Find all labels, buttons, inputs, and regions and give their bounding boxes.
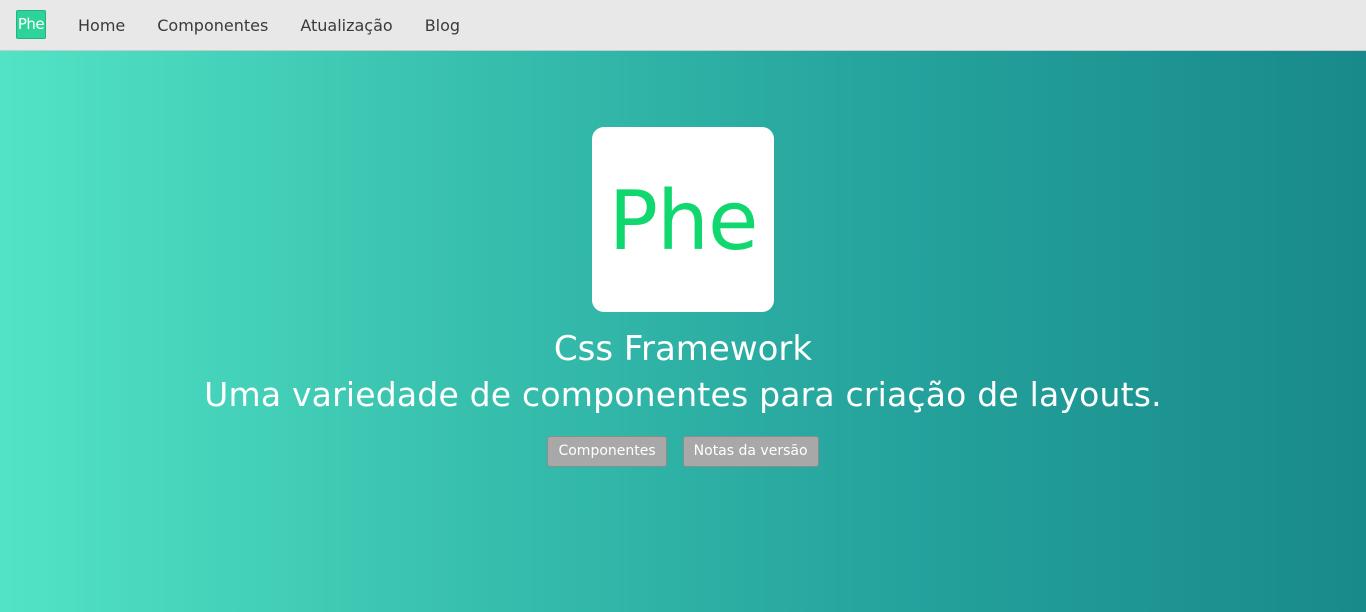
hero-logo-text: Phe: [608, 173, 759, 269]
nav-link-blog[interactable]: Blog: [409, 0, 476, 51]
nav-logo[interactable]: Phe: [16, 10, 46, 39]
hero-subtitle: Uma variedade de componentes para criaçã…: [204, 375, 1162, 414]
hero-logo: Phe: [592, 127, 774, 312]
nav-link-componentes[interactable]: Componentes: [141, 0, 284, 51]
nav-links: Home Componentes Atualização Blog: [62, 0, 476, 51]
release-notes-button[interactable]: Notas da versão: [682, 436, 819, 467]
hero-title: Css Framework: [553, 329, 813, 369]
nav-link-home[interactable]: Home: [62, 0, 141, 51]
top-navbar: Phe Home Componentes Atualização Blog: [0, 0, 1366, 51]
hero-buttons: Componentes Notas da versão: [0, 436, 1366, 467]
nav-link-atualizacao[interactable]: Atualização: [284, 0, 408, 51]
componentes-button[interactable]: Componentes: [547, 436, 667, 467]
hero-section: Phe Css Framework Uma variedade de compo…: [0, 51, 1366, 612]
